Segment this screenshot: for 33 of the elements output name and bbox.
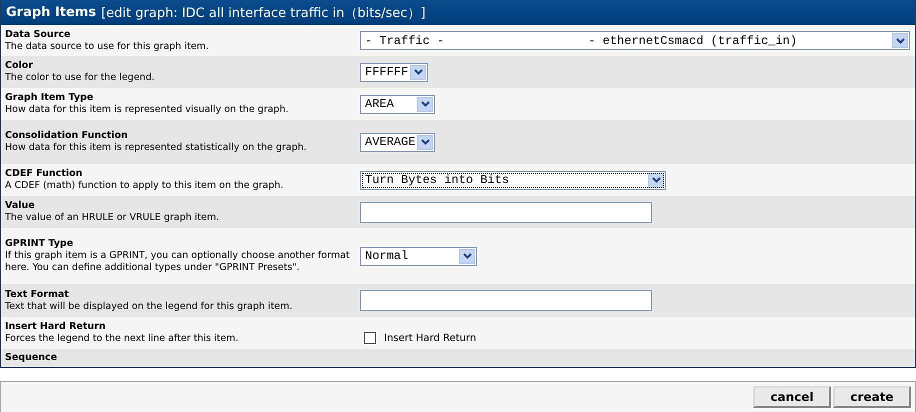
dropdown[interactable]: AVERAGE [360, 132, 435, 152]
field-description: If this graph item is a GPRINT, you can optionally choose another format here. You can define additional types under "GPRINT Presets". [5, 250, 351, 274]
field-label: Color [5, 60, 34, 72]
dropdown[interactable]: AREA [360, 94, 435, 114]
field-description: A CDEF (math) function to apply to this item on the graph. [5, 180, 284, 192]
field-label: CDEF Function [5, 168, 84, 180]
form-button[interactable]: create [833, 386, 911, 408]
field-label: Value [5, 200, 36, 212]
field-label: Graph Item Type [5, 92, 94, 104]
input-field[interactable] [360, 202, 652, 222]
panel-title: Graph Items [6, 5, 96, 20]
field-description: Text that will be displayed on the legend for this graph item. [5, 300, 294, 312]
panel-subtitle: [edit graph: IDC all interface traffic in（bits/sec）] [101, 4, 426, 22]
field-description: How data for this item is represented statistically on the graph. [5, 142, 308, 154]
field-label: Sequence [5, 352, 58, 364]
field-description: The value of an HRULE or VRULE graph item. [5, 212, 220, 224]
input-field[interactable] [360, 290, 652, 311]
field-label: GPRINT Type [5, 238, 74, 250]
dropdown[interactable]: FFFFFF [360, 62, 428, 82]
form-button[interactable]: cancel [753, 386, 831, 408]
field-description: The color to use for the legend. [5, 72, 156, 84]
checkbox-label[interactable]: Insert Hard Return [384, 332, 476, 344]
dropdown[interactable]: Normal [360, 246, 477, 266]
field-description: Forces the legend to the next line after this item. [5, 333, 240, 345]
field-label: Text Format [5, 288, 70, 300]
field-label: Insert Hard Return [5, 321, 107, 333]
field-label: Consolidation Function [5, 130, 129, 142]
field-label: Data Source [5, 28, 72, 40]
dropdown[interactable]: - Traffic - - ethernetCsmacd (traffic_in) [360, 31, 910, 50]
dropdown[interactable]: Turn Bytes into Bits [360, 170, 666, 190]
field-description: The data source to use for this graph item. [5, 40, 210, 52]
field-description: How data for this item is represented visually on the graph. [5, 104, 290, 116]
checkbox[interactable] [364, 332, 376, 344]
